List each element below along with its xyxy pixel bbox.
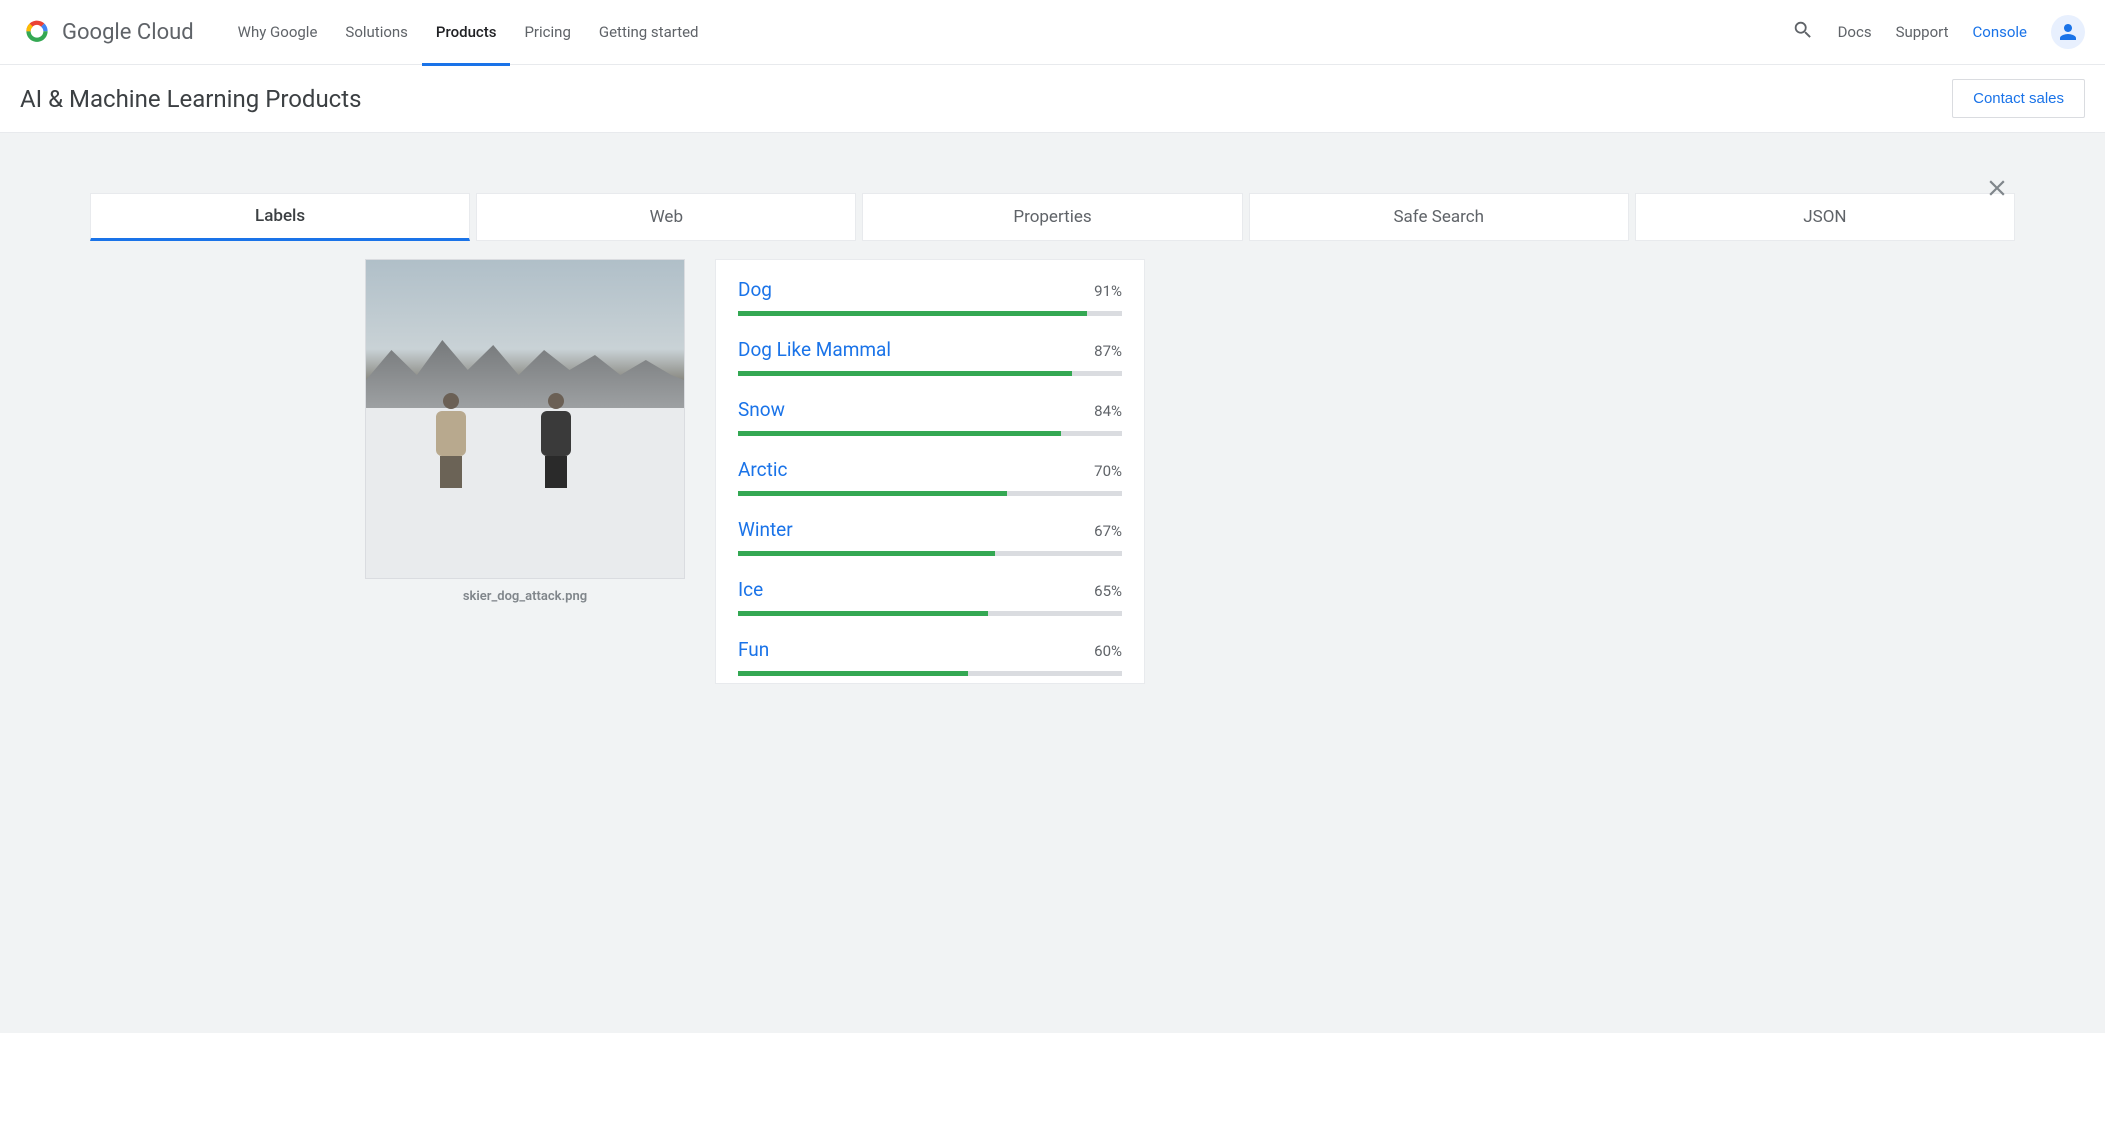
label-name[interactable]: Ice xyxy=(738,578,763,601)
tab-safe-search[interactable]: Safe Search xyxy=(1249,193,1629,241)
nav-getting-started[interactable]: Getting started xyxy=(585,0,713,65)
label-row: Dog Like Mammal 87% xyxy=(738,338,1122,376)
label-percent: 65% xyxy=(1094,582,1122,600)
label-percent: 67% xyxy=(1094,522,1122,540)
label-name[interactable]: Winter xyxy=(738,518,793,541)
nav-support[interactable]: Support xyxy=(1896,23,1949,41)
label-percent: 70% xyxy=(1094,462,1122,480)
label-name[interactable]: Snow xyxy=(738,398,785,421)
nav-console[interactable]: Console xyxy=(1973,23,2028,41)
label-row: Snow 84% xyxy=(738,398,1122,436)
label-row: Winter 67% xyxy=(738,518,1122,556)
tab-labels[interactable]: Labels xyxy=(90,193,470,241)
top-nav: Google Cloud Why Google Solutions Produc… xyxy=(0,0,2105,65)
google-cloud-icon xyxy=(20,15,54,49)
tab-properties[interactable]: Properties xyxy=(862,193,1242,241)
logo[interactable]: Google Cloud xyxy=(20,15,194,49)
user-icon xyxy=(2056,20,2080,44)
avatar[interactable] xyxy=(2051,15,2085,49)
primary-nav: Why Google Solutions Products Pricing Ge… xyxy=(224,0,713,65)
label-name[interactable]: Dog Like Mammal xyxy=(738,338,891,361)
close-icon[interactable] xyxy=(1984,175,2010,205)
label-row: Ice 65% xyxy=(738,578,1122,616)
confidence-bar xyxy=(738,551,1122,556)
tab-web[interactable]: Web xyxy=(476,193,856,241)
nav-products[interactable]: Products xyxy=(422,0,511,65)
label-name[interactable]: Fun xyxy=(738,638,769,661)
image-filename: skier_dog_attack.png xyxy=(365,589,685,604)
label-percent: 91% xyxy=(1094,282,1122,300)
nav-why-google[interactable]: Why Google xyxy=(224,0,332,65)
sub-header: AI & Machine Learning Products Contact s… xyxy=(0,65,2105,133)
label-row: Dog 91% xyxy=(738,278,1122,316)
confidence-bar xyxy=(738,431,1122,436)
confidence-bar xyxy=(738,491,1122,496)
confidence-bar xyxy=(738,671,1122,676)
label-percent: 84% xyxy=(1094,402,1122,420)
confidence-bar xyxy=(738,311,1122,316)
label-row: Fun 60% xyxy=(738,638,1122,676)
nav-solutions[interactable]: Solutions xyxy=(331,0,422,65)
label-row: Arctic 70% xyxy=(738,458,1122,496)
label-results[interactable]: Dog 91% Dog Like Mammal 87% Snow 84% Arctic 70%… xyxy=(715,259,1145,684)
result-tabs: Labels Web Properties Safe Search JSON xyxy=(90,193,2015,241)
label-name[interactable]: Dog xyxy=(738,278,772,301)
main-area: Labels Web Properties Safe Search JSON s… xyxy=(0,133,2105,1033)
label-percent: 87% xyxy=(1094,342,1122,360)
page-title: AI & Machine Learning Products xyxy=(20,85,361,113)
uploaded-image xyxy=(365,259,685,579)
content-row: skier_dog_attack.png Dog 91% Dog Like Mamm… xyxy=(90,259,2015,684)
label-percent: 60% xyxy=(1094,642,1122,660)
tab-json[interactable]: JSON xyxy=(1635,193,2015,241)
nav-pricing[interactable]: Pricing xyxy=(510,0,584,65)
confidence-bar xyxy=(738,371,1122,376)
nav-docs[interactable]: Docs xyxy=(1838,23,1872,41)
confidence-bar xyxy=(738,611,1122,616)
contact-sales-button[interactable]: Contact sales xyxy=(1952,79,2085,118)
label-name[interactable]: Arctic xyxy=(738,458,787,481)
nav-right: Docs Support Console xyxy=(1792,15,2085,49)
image-column: skier_dog_attack.png xyxy=(365,259,685,684)
search-icon[interactable] xyxy=(1792,19,1814,45)
brand-text: Google Cloud xyxy=(62,20,194,45)
